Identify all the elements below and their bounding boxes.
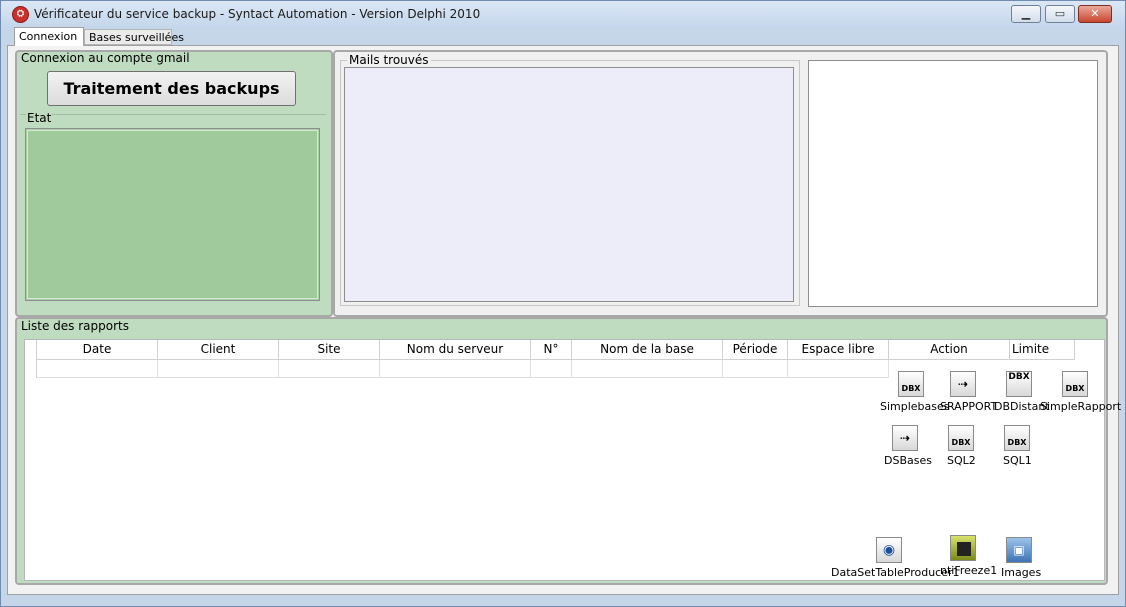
column-header-periode[interactable]: Période bbox=[723, 340, 788, 360]
dbx-connection-icon: DBX bbox=[1006, 371, 1032, 397]
dbx-table-glyph: DBX bbox=[1065, 384, 1085, 393]
grid-cell[interactable] bbox=[788, 360, 889, 378]
maximize-button[interactable]: ▭ bbox=[1045, 5, 1075, 23]
dataset-provider-icon: ⇢ bbox=[892, 425, 918, 451]
column-header-espace-libre[interactable]: Espace libre bbox=[788, 340, 889, 360]
dataset-provider-icon: ⇢ bbox=[950, 371, 976, 397]
mails-trouves-label: Mails trouvés bbox=[347, 53, 431, 67]
component-label: ntiFreeze1 bbox=[940, 564, 998, 577]
close-button[interactable]: ✕ bbox=[1078, 5, 1112, 23]
mails-list[interactable] bbox=[344, 67, 794, 302]
column-header-action[interactable]: Action bbox=[889, 340, 1010, 360]
antifreeze-icon bbox=[950, 535, 976, 561]
minimize-icon: ▁ bbox=[1021, 7, 1031, 20]
maximize-icon: ▭ bbox=[1054, 7, 1066, 20]
dbx-table-glyph: DBX bbox=[901, 384, 921, 393]
column-header-nom-serveur[interactable]: Nom du serveur bbox=[380, 340, 531, 360]
title-bar[interactable]: ⛭ Vérificateur du service backup - Synta… bbox=[1, 1, 1125, 28]
window-title: Vérificateur du service backup - Syntact… bbox=[34, 7, 481, 21]
gmail-panel-label: Connexion au compte gmail bbox=[21, 51, 190, 65]
column-header-limite[interactable]: Limite bbox=[1010, 340, 1075, 360]
component-label: SimpleRapport bbox=[1040, 400, 1122, 413]
close-icon: ✕ bbox=[1090, 7, 1100, 20]
etat-memo-inner bbox=[27, 130, 318, 299]
grid-cell[interactable] bbox=[37, 360, 158, 378]
column-header-site[interactable]: Site bbox=[279, 340, 380, 360]
column-header-numero[interactable]: N° bbox=[531, 340, 572, 360]
component-label: SQL2 bbox=[947, 454, 976, 467]
minimize-button[interactable]: ▁ bbox=[1011, 5, 1041, 23]
mail-content-memo[interactable] bbox=[808, 60, 1098, 307]
etat-label: Etat bbox=[26, 111, 53, 125]
dbx-query-icon: DBX bbox=[1004, 425, 1030, 451]
tab-bases-surveillees[interactable]: Bases surveillées bbox=[84, 29, 184, 45]
grid-cell[interactable] bbox=[723, 360, 788, 378]
grid-row-indicator bbox=[25, 340, 37, 378]
column-header-client[interactable]: Client bbox=[158, 340, 279, 360]
web-producer-icon: ◉ bbox=[876, 537, 902, 563]
grid-cell[interactable] bbox=[531, 360, 572, 378]
grid-cell[interactable] bbox=[380, 360, 531, 378]
column-header-nom-base[interactable]: Nom de la base bbox=[572, 340, 723, 360]
dbx-query-icon: DBX bbox=[948, 425, 974, 451]
component-label: SRAPPORT bbox=[940, 400, 998, 413]
tab-connexion[interactable]: Connexion bbox=[14, 27, 84, 46]
grid-cell[interactable] bbox=[158, 360, 279, 378]
component-label: DSBases bbox=[884, 454, 932, 467]
rapports-panel-label: Liste des rapports bbox=[21, 319, 129, 333]
component-label: SQL1 bbox=[1003, 454, 1032, 467]
dbx-query-glyph: DBX bbox=[1007, 438, 1027, 447]
tab-strip: Connexion Bases surveillées bbox=[7, 27, 1119, 46]
dbx-connection-glyph: DBX bbox=[1008, 372, 1030, 382]
image-list-icon: ▣ bbox=[1006, 537, 1032, 563]
dbx-table-icon: DBX bbox=[898, 371, 924, 397]
dbx-table-icon: DBX bbox=[1062, 371, 1088, 397]
traitement-backups-button[interactable]: Traitement des backups bbox=[47, 71, 296, 106]
dbx-query-glyph: DBX bbox=[951, 438, 971, 447]
app-icon[interactable]: ⛭ bbox=[12, 6, 29, 23]
grid-cell[interactable] bbox=[572, 360, 723, 378]
column-header-date[interactable]: Date bbox=[37, 340, 158, 360]
component-label: Images bbox=[1001, 566, 1042, 579]
grid-cell[interactable] bbox=[279, 360, 380, 378]
